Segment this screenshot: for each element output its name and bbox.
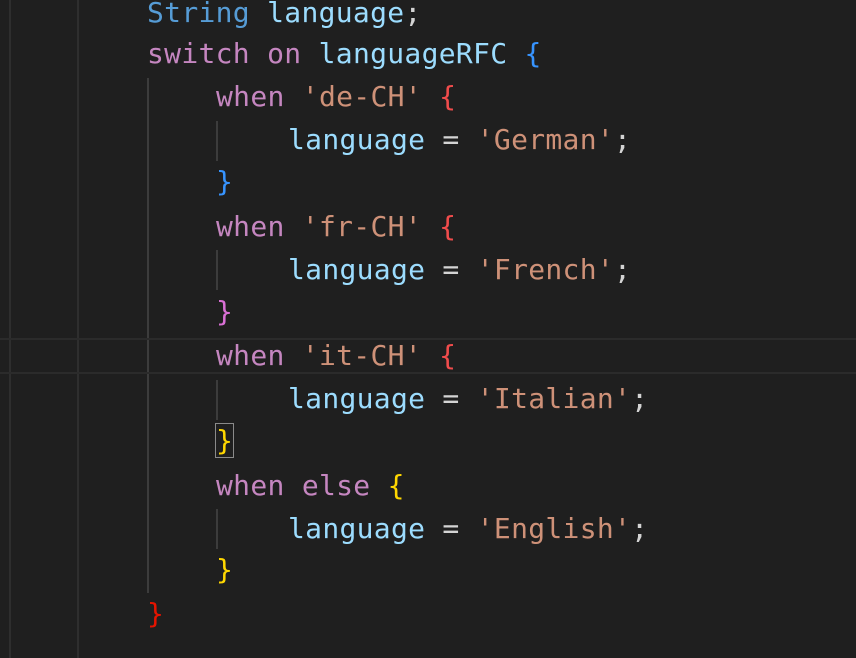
code-token: 'English' xyxy=(476,512,632,545)
code-line-close-brace[interactable]: } xyxy=(216,162,233,202)
indent-guide-when-block xyxy=(216,380,218,420)
code-token: = xyxy=(425,382,477,415)
code-line-when-de[interactable]: when 'de-CH' { xyxy=(216,77,456,117)
matched-bracket: } xyxy=(214,423,235,458)
code-line-when-else[interactable]: when else { xyxy=(216,466,405,506)
code-line-assign-italian[interactable]: language = 'Italian'; xyxy=(288,379,648,419)
indent-guide-when-block xyxy=(216,509,218,549)
code-editor[interactable]: String language; switch on languageRFC {… xyxy=(0,0,856,658)
code-token: } xyxy=(216,165,234,198)
code-token: language xyxy=(288,382,426,415)
code-token: on xyxy=(267,37,302,70)
code-token: when xyxy=(216,339,285,372)
code-token: = xyxy=(425,253,477,286)
code-token: ; xyxy=(404,0,422,29)
code-line-close-brace[interactable]: } xyxy=(216,550,233,590)
code-token: language xyxy=(267,0,405,29)
code-line-assign-english[interactable]: language = 'English'; xyxy=(288,509,648,549)
code-token: ; xyxy=(614,123,632,156)
code-token: { xyxy=(387,469,405,502)
code-token: when xyxy=(216,210,285,243)
code-token: 'Italian' xyxy=(476,382,632,415)
code-token: { xyxy=(524,37,542,70)
code-token: 'fr-CH' xyxy=(301,210,422,243)
code-token: when xyxy=(216,80,285,113)
code-line-close-brace[interactable]: } xyxy=(216,292,233,332)
code-token: 'de-CH' xyxy=(301,80,422,113)
code-line-close-brace-matched[interactable]: } xyxy=(214,421,235,461)
indent-guide-when-block xyxy=(216,250,218,290)
code-token: { xyxy=(439,80,457,113)
code-line-when-fr[interactable]: when 'fr-CH' { xyxy=(216,207,456,247)
code-token: 'French' xyxy=(476,253,615,286)
code-token: = xyxy=(425,512,477,545)
indent-guide xyxy=(77,0,79,658)
code-token: } xyxy=(216,553,234,586)
code-token: when xyxy=(216,469,285,502)
code-token: switch xyxy=(147,37,250,70)
code-token: ; xyxy=(631,382,649,415)
code-line-declaration[interactable]: String language; xyxy=(147,0,422,33)
code-token: { xyxy=(439,210,457,243)
indent-guide-when-block xyxy=(216,121,218,161)
code-token: } xyxy=(216,295,234,328)
code-line-when-it[interactable]: when 'it-CH' { xyxy=(216,336,456,376)
indent-guide-active xyxy=(147,78,149,593)
indent-guide xyxy=(9,0,11,658)
code-token: language xyxy=(288,512,426,545)
code-line-switch-close-brace[interactable]: } xyxy=(147,594,164,634)
code-line-switch[interactable]: switch on languageRFC { xyxy=(147,34,542,74)
code-token: 'it-CH' xyxy=(301,339,422,372)
code-token: languageRFC xyxy=(318,37,508,70)
code-line-assign-french[interactable]: language = 'French'; xyxy=(288,250,631,290)
code-token: language xyxy=(288,253,426,286)
code-token: String xyxy=(147,0,250,29)
code-token: 'German' xyxy=(476,123,615,156)
code-token: language xyxy=(288,123,426,156)
code-token: ; xyxy=(631,512,649,545)
code-token: } xyxy=(147,597,165,630)
code-token: ; xyxy=(614,253,632,286)
code-line-assign-german[interactable]: language = 'German'; xyxy=(288,120,631,160)
code-token: else xyxy=(301,469,371,502)
code-token: { xyxy=(439,339,457,372)
code-token: = xyxy=(425,123,477,156)
